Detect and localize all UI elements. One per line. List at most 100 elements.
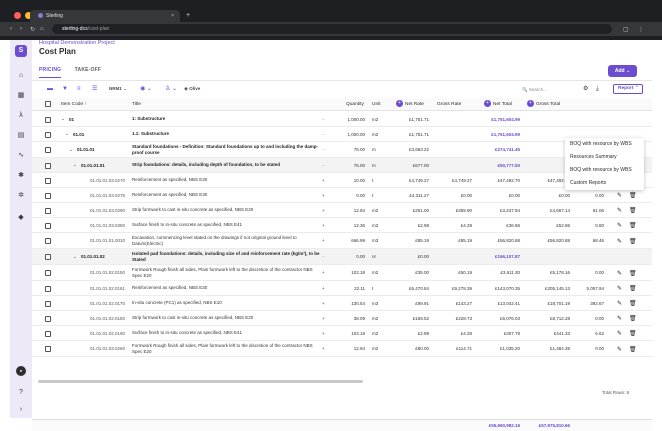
row-checkbox[interactable]	[45, 330, 51, 337]
row-checkbox[interactable]	[45, 192, 51, 199]
row-checkbox[interactable]	[45, 254, 51, 260]
collapse-icon[interactable]: –	[322, 249, 330, 264]
delete-icon[interactable]: 🗑	[629, 238, 637, 245]
chevron-down-icon[interactable]: ⌄	[61, 112, 67, 126]
table-row[interactable]: 01.01.01.03.0275 Reinforcement as specifi…	[32, 188, 652, 203]
edit-icon[interactable]: ✎	[616, 330, 623, 337]
table-row[interactable]: ⌄ 01 1: Substructure – 1,000.00 m2 £1,751.71 £1…	[32, 112, 652, 127]
analytics-nav-icon[interactable]: ∿	[16, 151, 26, 161]
table-row[interactable]: ⌄ 01.01.01.02 Isolated pad foundations: de…	[32, 249, 652, 265]
reload-icon[interactable]: ↻	[30, 26, 35, 33]
row-checkbox[interactable]	[45, 238, 51, 244]
table-row[interactable]: 01.01.01.02.0180 Strip formwork to cast i…	[32, 311, 652, 326]
add-resource-icon[interactable]: +	[322, 173, 330, 187]
chevron-down-icon[interactable]: ⌄	[69, 142, 75, 157]
nrm-selector[interactable]: NRM1 ⌄	[109, 85, 127, 93]
edit-icon[interactable]: ✎	[616, 207, 623, 214]
columns-icon[interactable]: ▬	[47, 85, 53, 93]
collapse-icon[interactable]: –	[322, 112, 330, 126]
table-row[interactable]: ⌄ 01.01.01 Standard foundations - Definiti…	[32, 142, 652, 158]
table-row[interactable]: ⌄ 01.01 1.1: Substructure – 1,000.00 m2 £1,751…	[32, 127, 652, 142]
delete-icon[interactable]: 🗑	[629, 346, 637, 353]
settings-nav-icon[interactable]: ✱	[16, 171, 26, 181]
download-icon[interactable]: ⤓	[596, 85, 599, 93]
home-icon[interactable]: ⌂	[40, 26, 44, 32]
tools-nav-icon[interactable]: ✲	[16, 191, 26, 201]
row-checkbox[interactable]	[45, 116, 51, 123]
filter-icon[interactable]: ▼	[62, 85, 68, 93]
report-menu-item[interactable]: BOQ with resource by WBS	[565, 138, 644, 151]
add-resource-icon[interactable]: +	[322, 326, 330, 340]
col-unit[interactable]: Unit	[372, 98, 381, 111]
row-checkbox[interactable]	[45, 177, 51, 184]
close-tab-icon[interactable]: ×	[171, 10, 174, 22]
report-menu-item[interactable]: Resources Summary	[565, 151, 644, 164]
table-row[interactable]: 01.01.01.03.0270 Reinforcement as specifi…	[32, 173, 652, 188]
table-row[interactable]: 01.01.01.02.0190 Surface finish to in-sit…	[32, 326, 652, 341]
density-icon[interactable]: ≡	[77, 85, 81, 93]
row-checkbox[interactable]	[45, 346, 51, 352]
app-logo-icon[interactable]: S	[15, 45, 27, 57]
group-icon[interactable]: ☰	[92, 85, 97, 93]
chevron-down-icon[interactable]: ⌄	[73, 158, 79, 172]
add-resource-icon[interactable]: +	[322, 265, 330, 280]
dashboard-nav-icon[interactable]: ▦	[16, 91, 26, 101]
edit-icon[interactable]: ✎	[616, 346, 623, 353]
url-input[interactable]: sterling-dcs/cost-plan	[52, 24, 612, 34]
expand-sidebar-icon[interactable]: ›	[16, 405, 26, 415]
delete-icon[interactable]: 🗑	[629, 270, 637, 277]
edit-icon[interactable]: ✎	[616, 192, 623, 199]
delete-icon[interactable]: 🗑	[629, 285, 637, 292]
delete-icon[interactable]: 🗑	[629, 192, 637, 199]
table-row[interactable]: 01.01.01.03.0350 Surface finish to in-sit…	[32, 218, 652, 233]
olive-view-toggle[interactable]: ◉ Olive	[184, 85, 200, 93]
browser-menu-icon[interactable]: ⋮	[638, 26, 644, 33]
col-title[interactable]: Title	[132, 98, 141, 111]
table-row[interactable]: 01.01.01.02.0150 Formwork Rough finish al…	[32, 265, 652, 281]
extensions-icon[interactable]: ▢	[623, 26, 629, 33]
collapse-icon[interactable]: –	[322, 142, 330, 157]
edit-icon[interactable]: ✎	[616, 238, 623, 245]
delete-icon[interactable]: 🗑	[629, 222, 637, 229]
add-resource-icon[interactable]: +	[322, 311, 330, 325]
layer-selector-icon[interactable]: ◉ ⌄	[140, 85, 152, 93]
add-resource-icon[interactable]: +	[322, 233, 330, 248]
col-quantity[interactable]: Quantity	[346, 98, 364, 111]
home-nav-icon[interactable]: ⌂	[16, 71, 26, 81]
table-row[interactable]: 01.01.01.03.0290 Strip formwork to cast i…	[32, 203, 652, 218]
horizontal-scrollbar[interactable]	[38, 380, 363, 383]
browser-tab[interactable]: Sterling ×	[30, 10, 180, 22]
col-item-code[interactable]: Item Code ↑	[61, 98, 87, 111]
user-avatar[interactable]: ●	[16, 366, 26, 376]
collapse-icon[interactable]: –	[322, 158, 330, 172]
table-row[interactable]: 01.01.01.02.0170 In-situ concrete (PC1) a…	[32, 296, 652, 311]
row-checkbox[interactable]	[45, 315, 51, 322]
forward-icon[interactable]: ›	[20, 26, 22, 32]
row-checkbox[interactable]	[45, 162, 51, 169]
add-button[interactable]: Add ⌄	[608, 65, 637, 77]
add-resource-icon[interactable]: +	[322, 203, 330, 217]
documents-nav-icon[interactable]: ▤	[16, 131, 26, 141]
edit-icon[interactable]: ✎	[616, 300, 623, 307]
report-button[interactable]: Report ⌃	[613, 84, 643, 94]
row-checkbox[interactable]	[45, 270, 51, 276]
settings-icon[interactable]: ⚙	[583, 85, 588, 93]
row-checkbox[interactable]	[45, 300, 51, 307]
select-all-checkbox[interactable]	[45, 101, 51, 107]
col-gross-rate[interactable]: Gross Rate	[437, 98, 461, 111]
row-checkbox[interactable]	[45, 131, 51, 138]
back-icon[interactable]: ‹	[10, 26, 12, 32]
row-checkbox[interactable]	[45, 147, 51, 153]
row-checkbox[interactable]	[45, 207, 51, 214]
edit-icon[interactable]: ✎	[616, 222, 623, 229]
new-tab-icon[interactable]: +	[186, 10, 190, 22]
delete-icon[interactable]: 🗑	[629, 330, 637, 337]
add-resource-icon[interactable]: +	[322, 188, 330, 202]
layers-nav-icon[interactable]: ◆	[16, 213, 26, 223]
measure-nav-icon[interactable]: λ	[16, 111, 26, 121]
help-icon[interactable]: ?	[16, 388, 26, 398]
edit-icon[interactable]: ✎	[616, 270, 623, 277]
col-net-rate[interactable]: + Net Rate	[396, 98, 424, 111]
user-selector-icon[interactable]: ♙ ⌄	[165, 85, 177, 93]
row-checkbox[interactable]	[45, 222, 51, 229]
